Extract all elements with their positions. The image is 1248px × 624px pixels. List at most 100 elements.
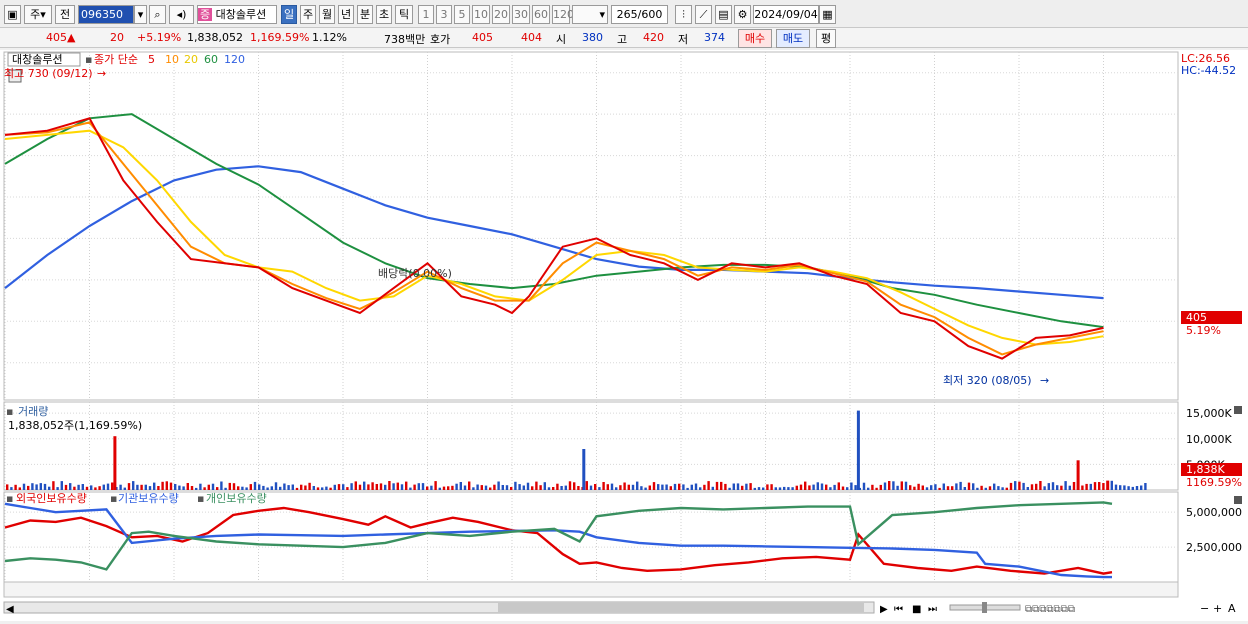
stock-code-input[interactable]: 096350: [78, 5, 134, 24]
chart-type-icon[interactable]: ▣: [4, 5, 21, 24]
volume-bar: [304, 485, 307, 490]
volume-bar: [1085, 483, 1088, 490]
volume-bar: [468, 481, 471, 490]
interval-20[interactable]: 20: [492, 5, 510, 24]
volume-bar: [791, 487, 794, 490]
volume-bar: [1102, 483, 1105, 490]
date-field[interactable]: 2024/09/04: [753, 5, 819, 24]
zoom-out-icon[interactable]: −: [1200, 602, 1209, 615]
interval-dropdown-icon[interactable]: ▾: [572, 5, 608, 24]
volume-bar: [1068, 485, 1071, 490]
interval-30[interactable]: 30: [512, 5, 530, 24]
interval-1[interactable]: 1: [418, 5, 434, 24]
volume-bar: [577, 486, 580, 490]
ma-60-label: 60: [204, 53, 218, 66]
volume-bar: [216, 487, 219, 490]
period-minute[interactable]: 분: [357, 5, 373, 24]
volume-bar: [1030, 484, 1034, 490]
volume-bar: [757, 487, 761, 490]
code-dropdown-icon[interactable]: ▾: [134, 5, 147, 24]
volume-bar: [18, 487, 21, 490]
volume-bar: [354, 481, 357, 490]
scroll-right-icon[interactable]: ▶: [880, 604, 888, 615]
interval-5[interactable]: 5: [454, 5, 470, 24]
volume-bar: [909, 485, 912, 490]
stop-icon[interactable]: ■: [912, 604, 921, 615]
gear-icon[interactable]: ⚙: [734, 5, 751, 24]
price-badge-pct: 5.19%: [1186, 324, 1221, 337]
volume-bar: [753, 487, 756, 490]
volume-bar: [984, 487, 987, 490]
market-select[interactable]: 주▾: [24, 5, 52, 24]
rewind-icon[interactable]: ⏮: [894, 604, 903, 615]
volume-bar: [799, 484, 803, 490]
dividend-note: 배당락(0.00%): [378, 267, 452, 280]
volume-bar: [724, 483, 727, 490]
zoom-in-icon[interactable]: +: [1213, 602, 1222, 615]
volume-bar: [619, 485, 622, 490]
period-month[interactable]: 월: [319, 5, 335, 24]
save-icon[interactable]: ▤: [715, 5, 732, 24]
candle-icon[interactable]: ⫶: [675, 5, 692, 24]
draw-tool-icon[interactable]: ⟋: [695, 5, 712, 24]
volume-bar: [997, 486, 1000, 490]
auto-scale-icon[interactable]: A: [1228, 602, 1236, 615]
chart-area[interactable]: 5,000K10,000K15,000K2,500,0005,000,000 대…: [0, 50, 1248, 621]
volume-bar: [543, 482, 546, 490]
volume-bar: [161, 481, 164, 490]
volume-bar: [913, 486, 916, 490]
zoom-slider-handle[interactable]: [982, 602, 987, 613]
period-tick[interactable]: 틱: [395, 5, 413, 24]
average-button[interactable]: 평: [816, 29, 836, 48]
interval-10[interactable]: 10: [472, 5, 490, 24]
scroll-left-icon[interactable]: ◀: [6, 604, 14, 615]
volume-bar: [1093, 482, 1097, 490]
sell-button[interactable]: 매도: [776, 29, 810, 48]
volume-bar: [867, 487, 870, 490]
volume-bar: [707, 481, 710, 490]
volume-bar: [846, 487, 849, 490]
volume-bar: [573, 482, 576, 490]
search-icon[interactable]: ⌕: [149, 5, 166, 24]
volume-bar: [195, 487, 198, 490]
period-year[interactable]: 년: [338, 5, 354, 24]
stock-badge-icon: 증: [198, 8, 213, 21]
buy-button[interactable]: 매수: [738, 29, 772, 48]
volume-bar: [1064, 481, 1067, 490]
volume-close-icon[interactable]: [1234, 406, 1242, 414]
volume-bar: [451, 485, 454, 490]
interval-3[interactable]: 3: [436, 5, 452, 24]
chart-canvas[interactable]: 5,000K10,000K15,000K2,500,0005,000,000 대…: [0, 50, 1248, 621]
volume-bar: [283, 483, 286, 490]
interval-120[interactable]: 120: [552, 5, 574, 24]
volume-bar: [661, 484, 664, 490]
interval-60[interactable]: 60: [532, 5, 550, 24]
period-second[interactable]: 초: [376, 5, 392, 24]
layout-icons[interactable]: ⧉⧉⧉⧉⧉⧉⧉: [1025, 604, 1075, 615]
bar-count-field[interactable]: 265/600: [611, 5, 668, 24]
volume-bar: [430, 485, 433, 490]
volume-bar: [900, 481, 903, 490]
volume-bar: [1119, 485, 1122, 490]
prev-button[interactable]: 전: [55, 5, 75, 24]
volume-bar: [678, 483, 681, 490]
calendar-icon[interactable]: ▦: [819, 5, 836, 24]
scrollbar-thumb[interactable]: [498, 603, 864, 612]
stock-name-field[interactable]: 증 대창솔루션: [197, 5, 277, 24]
volume-bar: [539, 485, 542, 490]
volume-bar: [211, 483, 215, 490]
period-week[interactable]: 주: [300, 5, 316, 24]
volume-bar: [140, 484, 143, 490]
volume-bar: [123, 487, 126, 490]
volume-bar: [682, 484, 685, 490]
volume-bar: [825, 484, 828, 490]
holders-close-icon[interactable]: [1234, 496, 1242, 504]
volume-bar: [60, 481, 63, 490]
period-day[interactable]: 일: [281, 5, 297, 24]
volume-bar: [787, 487, 790, 490]
volume-bar: [237, 486, 240, 490]
low-price: 374: [704, 31, 725, 44]
volume-bar: [514, 481, 517, 490]
forward-icon[interactable]: ⏭: [928, 604, 937, 615]
speaker-icon[interactable]: ◂): [169, 5, 194, 24]
